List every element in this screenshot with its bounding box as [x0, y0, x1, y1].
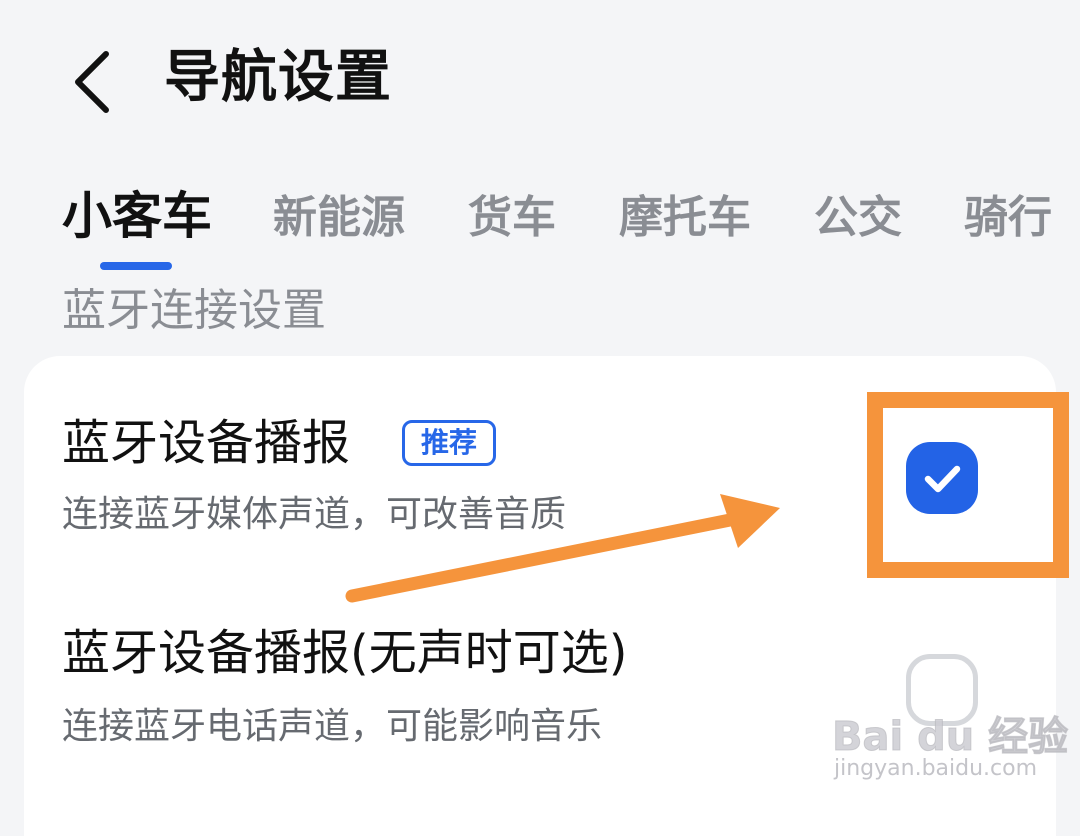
- section-header: 蓝牙连接设置: [62, 285, 326, 336]
- tab-cycling[interactable]: 骑行: [964, 190, 1052, 246]
- baidu-jingyan-watermark: Bai du 经验 jingyan.baidu.com: [831, 696, 1068, 796]
- tab-new-energy[interactable]: 新能源: [273, 190, 405, 246]
- page-title: 导航设置: [164, 45, 392, 110]
- annotation-highlight-box: [867, 392, 1069, 578]
- tab-truck[interactable]: 货车: [468, 190, 556, 246]
- chevron-left-icon: [75, 51, 109, 113]
- tab-motorcycle[interactable]: 摩托车: [619, 190, 751, 246]
- watermark-logo: Bai du 经验: [831, 714, 1069, 761]
- watermark-url: jingyan.baidu.com: [834, 756, 1038, 781]
- annotation-arrow: [345, 494, 780, 603]
- setting-title: 蓝牙设备播报(无声时可选): [62, 625, 628, 681]
- tab-bus[interactable]: 公交: [814, 190, 902, 246]
- vehicle-tabs: 小客车 新能源 货车 摩托车 公交 骑行: [0, 180, 1080, 280]
- setting-title: 蓝牙设备播报: [62, 415, 351, 471]
- top-bar: 导航设置: [0, 0, 1080, 160]
- active-tab-indicator: [100, 262, 172, 270]
- recommended-badge: 推荐: [402, 420, 496, 466]
- tab-car[interactable]: 小客车: [62, 188, 212, 244]
- setting-subtitle: 连接蓝牙电话声道，可能影响音乐: [62, 706, 603, 747]
- back-button[interactable]: [62, 46, 132, 116]
